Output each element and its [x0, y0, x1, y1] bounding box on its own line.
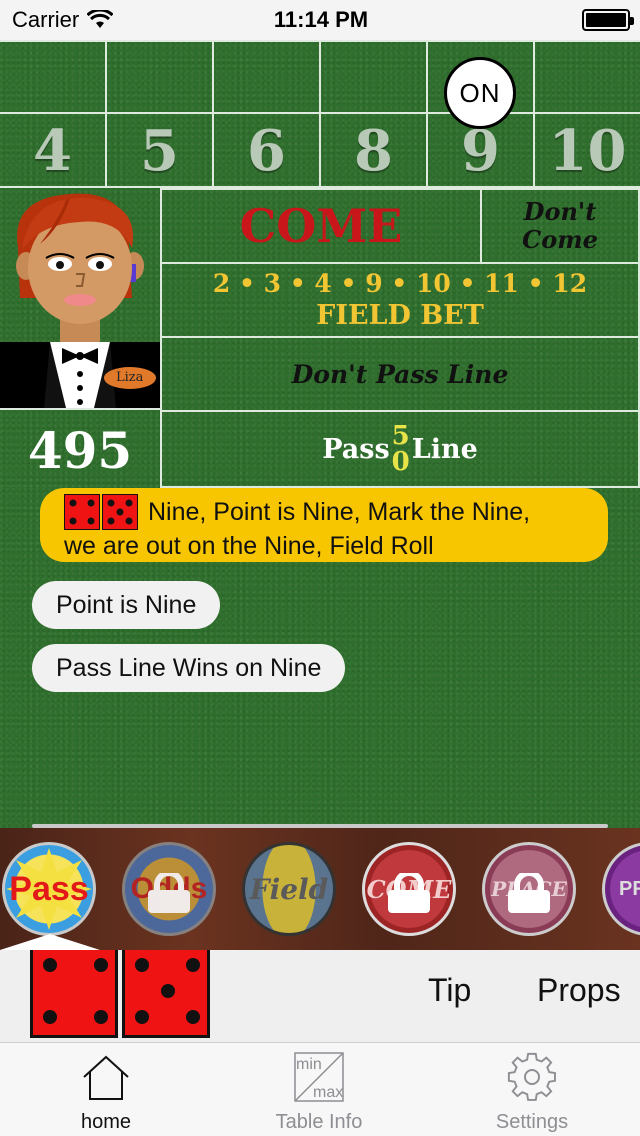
- mini-die-4: [64, 494, 100, 530]
- props-button[interactable]: Props: [537, 972, 621, 1009]
- tip-button[interactable]: Tip: [428, 972, 471, 1009]
- house-icon: [83, 1055, 129, 1100]
- chat-message-point: Point is Nine: [32, 581, 221, 629]
- selected-chip-pointer: [0, 934, 100, 950]
- mini-dice: [64, 494, 138, 530]
- chat-message-dealer-call: Nine, Point is Nine, Mark the Nine, we a…: [40, 488, 608, 562]
- die-1[interactable]: [30, 950, 118, 1038]
- die-2[interactable]: [122, 950, 210, 1038]
- bet-chip-label: PR: [619, 877, 640, 900]
- dont-pass-bet-area[interactable]: Don't Pass Line: [160, 336, 640, 412]
- bet-chip-pass[interactable]: Pass: [2, 842, 96, 936]
- tab-label-home: home: [80, 1111, 132, 1133]
- point-number-10: 10: [548, 118, 627, 184]
- min-max-icon: min max: [294, 1052, 344, 1102]
- status-bar: Carrier 11:14 PM: [0, 0, 640, 40]
- place-bet-6[interactable]: [214, 42, 319, 112]
- place-bet-5[interactable]: [107, 42, 212, 112]
- tab-home[interactable]: home: [46, 1043, 166, 1136]
- tab-label-table-info: Table Info: [275, 1111, 363, 1133]
- pass-bet-digit-bottom: 0: [391, 447, 410, 477]
- mini-die-5: [102, 494, 138, 530]
- tab-settings[interactable]: Settings: [472, 1043, 592, 1136]
- battery-icon: [581, 9, 634, 31]
- min-label: min: [296, 1056, 322, 1073]
- field-bet-area[interactable]: 2 • 3 • 4 • 9 • 10 • 11 • 12 FIELD BET: [160, 262, 640, 338]
- dont-come-bet-area[interactable]: Don't Come: [480, 188, 640, 264]
- tab-label-settings: Settings: [495, 1111, 569, 1133]
- come-label: COME: [239, 199, 403, 253]
- pass-bet-amount: 5 0: [392, 423, 410, 475]
- tab-bar: home min max Table Info Settings: [0, 1042, 640, 1136]
- bet-chip-carousel[interactable]: Pass Odds Field COME PLACE PR: [0, 828, 640, 950]
- carrier-label: Carrier: [12, 7, 80, 32]
- pass-label-right: Line: [411, 433, 478, 465]
- bet-chip-place[interactable]: PLACE: [482, 842, 576, 936]
- point-number-5: 5: [140, 118, 179, 184]
- field-numbers: 2 • 3 • 4 • 9 • 10 • 11 • 12: [212, 269, 588, 298]
- place-bet-4[interactable]: [0, 42, 105, 112]
- chat-area: Nine, Point is Nine, Mark the Nine, we a…: [0, 488, 640, 828]
- action-bar: Tip Props: [0, 950, 640, 1042]
- dont-come-label-line2: Come: [522, 225, 598, 254]
- dont-pass-label: Don't Pass Line: [291, 359, 509, 389]
- come-bet-area[interactable]: COME: [160, 188, 482, 264]
- bet-chip-field[interactable]: Field: [242, 842, 336, 936]
- point-number-6: 6: [247, 118, 286, 184]
- point-number-8: 8: [354, 118, 393, 184]
- pass-line-bet-area[interactable]: Pass 5 0 Line: [160, 410, 640, 488]
- lock-icon: [508, 872, 550, 913]
- chat-message-text-line1: Nine, Point is Nine, Mark the Nine,: [148, 498, 531, 526]
- bet-chip-props[interactable]: PR: [602, 842, 640, 936]
- on-puck: ON: [444, 57, 516, 129]
- clock: 11:14 PM: [273, 7, 369, 32]
- max-label: max: [313, 1084, 343, 1101]
- place-bet-10[interactable]: [535, 42, 640, 112]
- wifi-icon: [87, 10, 114, 28]
- lock-icon: [388, 872, 430, 913]
- bet-chip-label: Pass: [9, 869, 89, 908]
- dealer-name-tag: Liza: [116, 370, 144, 385]
- gear-icon: [507, 1052, 556, 1101]
- tab-table-info[interactable]: min max Table Info: [259, 1043, 379, 1136]
- bet-chip-odds[interactable]: Odds: [122, 842, 216, 936]
- field-label: FIELD BET: [316, 300, 484, 331]
- pass-label-left: Pass: [322, 433, 390, 465]
- dont-come-label-line1: Don't: [523, 197, 597, 226]
- chat-message-text-line2: we are out on the Nine, Field Roll: [64, 532, 434, 560]
- bankroll-amount: 495: [27, 420, 133, 480]
- point-number-4: 4: [33, 118, 72, 184]
- pass-bet-digit-top: 5: [391, 421, 410, 451]
- craps-table: 4 5 6 8 9 10 ON Liza 495 COME Don't Come…: [0, 40, 640, 488]
- lock-icon: [148, 872, 190, 913]
- chat-message-pass-wins: Pass Line Wins on Nine: [32, 644, 346, 692]
- bet-chip-come[interactable]: COME: [362, 842, 456, 936]
- place-bet-8[interactable]: [321, 42, 426, 112]
- dealer-avatar: Liza: [0, 188, 160, 408]
- bet-chip-label: Field: [249, 872, 329, 906]
